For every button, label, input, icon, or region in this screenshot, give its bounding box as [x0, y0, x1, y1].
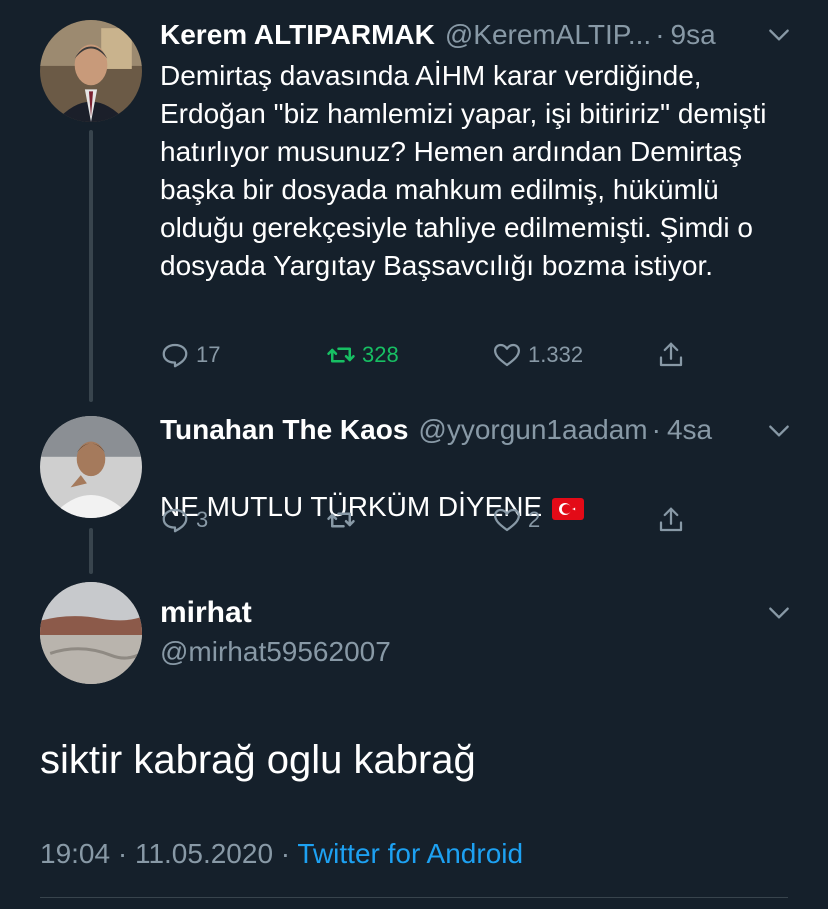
avatar[interactable]: [40, 20, 142, 122]
reply-count: 17: [196, 342, 221, 367]
like-button[interactable]: 2: [492, 503, 540, 537]
reply-count: 3: [196, 507, 209, 532]
tweet-actions: 17 328 1.332: [160, 338, 720, 372]
tweet-text: siktir kabrağ oglu kabrağ: [40, 738, 476, 782]
chevron-down-icon[interactable]: [766, 418, 792, 444]
retweet-count: 328: [362, 342, 399, 367]
tweet-time[interactable]: 9sa: [671, 18, 716, 52]
tweet-actions: 3 2: [160, 503, 720, 537]
thread-line: [89, 130, 93, 402]
timestamp: 19:04 · 11.05.2020 ·: [40, 838, 291, 869]
avatar[interactable]: [40, 582, 142, 684]
source-link[interactable]: Twitter for Android: [297, 838, 523, 869]
author-name[interactable]: Tunahan The Kaos: [160, 413, 408, 447]
separator: ·: [655, 19, 665, 50]
like-count: 2: [528, 507, 541, 532]
author-name[interactable]: Kerem ALTIPARMAK: [160, 18, 435, 52]
tweet-meta: 19:04 · 11.05.2020 · Twitter for Android: [40, 838, 523, 870]
reply-button[interactable]: 17: [160, 338, 220, 372]
tweet-header: Tunahan The Kaos @yyorgun1aadam · 4sa: [160, 413, 798, 447]
tweet-text: Demirtaş davasında AİHM karar verdiğinde…: [160, 60, 767, 281]
tweet-time[interactable]: 4sa: [667, 413, 712, 447]
retweet-button[interactable]: 328: [326, 338, 399, 372]
chevron-down-icon[interactable]: [766, 600, 792, 626]
author-handle[interactable]: @yyorgun1aadam: [418, 413, 647, 447]
share-button[interactable]: [656, 338, 692, 372]
author-handle[interactable]: @KeremALTIP...: [445, 18, 651, 52]
retweet-button[interactable]: [326, 503, 362, 537]
thread-line: [89, 528, 93, 574]
author-handle[interactable]: @mirhat59562007: [160, 636, 391, 668]
like-icon: [494, 508, 520, 532]
author-name[interactable]: mirhat: [160, 596, 252, 630]
avatar[interactable]: [40, 416, 142, 518]
divider: [40, 897, 788, 898]
share-icon: [659, 342, 683, 367]
reply-button[interactable]: 3: [160, 503, 208, 537]
reply-icon: [162, 508, 188, 533]
share-icon: [659, 507, 683, 532]
separator: ·: [651, 414, 661, 445]
like-count: 1.332: [528, 342, 584, 367]
tweet-header: Kerem ALTIPARMAK @KeremALTIP... · 9sa: [160, 18, 798, 52]
retweet-icon: [327, 347, 355, 363]
like-icon: [494, 343, 520, 367]
like-button[interactable]: 1.332: [492, 338, 583, 372]
retweet-icon: [327, 512, 355, 528]
share-button[interactable]: [656, 503, 692, 537]
chevron-down-icon[interactable]: [766, 22, 792, 48]
reply-icon: [162, 343, 188, 368]
